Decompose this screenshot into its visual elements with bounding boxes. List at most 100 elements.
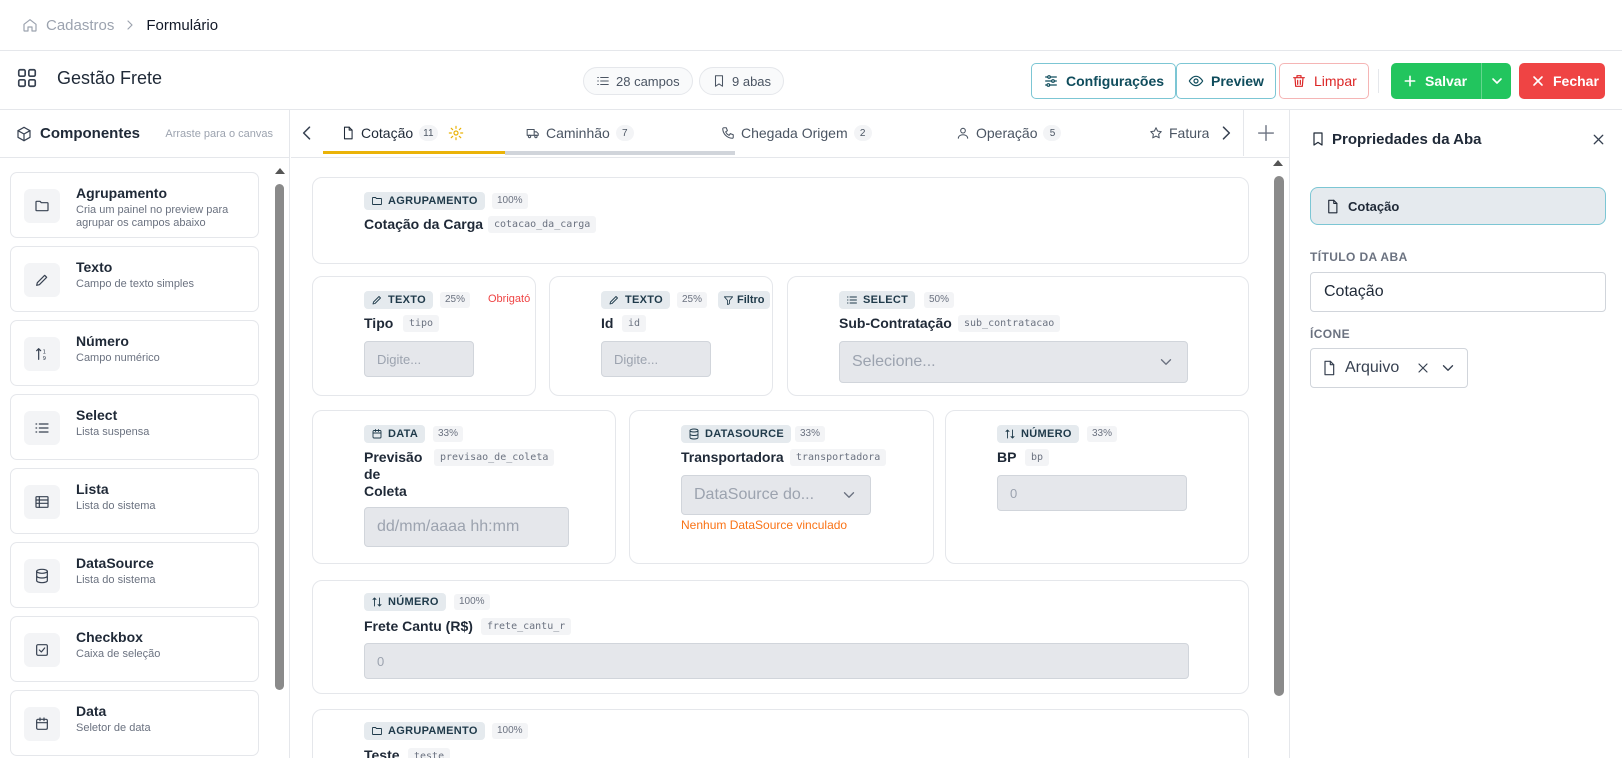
field-label: Sub-Contratação xyxy=(839,315,952,331)
bp-number-input[interactable]: 0 xyxy=(997,475,1187,511)
preview-button[interactable]: Preview xyxy=(1176,63,1276,99)
component-name: Checkbox xyxy=(76,629,143,645)
scroll-up-arrow[interactable] xyxy=(275,168,285,174)
field-type-badge: NÚMERO xyxy=(364,593,446,611)
component-checkbox[interactable]: Checkbox Caixa de seleção xyxy=(10,616,259,682)
transportadora-datasource-select[interactable]: DataSource do... xyxy=(681,475,871,515)
tab-faturar[interactable]: Faturar xyxy=(1149,110,1214,156)
select-placeholder: DataSource do... xyxy=(694,486,815,503)
component-name: Lista xyxy=(76,481,109,497)
field-key: bp xyxy=(1025,449,1050,466)
sidebar-hint: Arraste para o canvas xyxy=(165,127,273,140)
field-card-frete-cantu[interactable]: NÚMERO 100% Frete Cantu (R$) frete_cantu… xyxy=(312,580,1249,694)
component-desc: Lista suspensa xyxy=(76,426,150,438)
id-input[interactable]: Digite... xyxy=(601,341,711,377)
field-type-label: NÚMERO xyxy=(1021,428,1072,440)
field-label: Teste xyxy=(364,747,400,758)
component-name: Agrupamento xyxy=(76,185,167,201)
tab-caminhao[interactable]: Caminhão 7 xyxy=(526,110,634,156)
icon-select[interactable]: Arquivo xyxy=(1310,348,1468,388)
component-name: Data xyxy=(76,703,107,719)
field-width-badge: 33% xyxy=(433,426,464,442)
svg-text:1: 1 xyxy=(43,349,46,355)
calendar-icon xyxy=(24,707,60,741)
sliders-icon xyxy=(1043,73,1059,89)
field-type-label: DATA xyxy=(388,428,419,440)
field-label-line: Previsão xyxy=(364,449,423,465)
form-header: Gestão Frete 28 campos 9 abas Configuraç… xyxy=(0,51,1622,109)
previsao-datetime-input[interactable]: dd/mm/aaaa hh:mm xyxy=(364,507,569,547)
tabs-scroll-left-icon[interactable] xyxy=(297,123,317,143)
tab-count: 2 xyxy=(853,125,872,141)
config-button-label: Configurações xyxy=(1066,73,1165,89)
canvas-scrollbar[interactable] xyxy=(1274,176,1284,696)
close-button[interactable]: Fechar xyxy=(1519,63,1605,99)
component-texto[interactable]: Texto Campo de texto simples xyxy=(10,246,259,312)
sub-contratacao-select[interactable]: Selecione... xyxy=(839,341,1188,383)
field-card-teste[interactable]: AGRUPAMENTO 100% Teste teste xyxy=(312,709,1249,758)
field-width-badge: 100% xyxy=(492,723,528,739)
field-card-sub-contratacao[interactable]: SELECT 50% Sub-Contratação sub_contratac… xyxy=(787,276,1249,396)
calendar-icon xyxy=(371,428,383,440)
home-icon[interactable] xyxy=(22,17,38,33)
trash-icon xyxy=(1291,73,1307,89)
field-type-badge: TEXTO xyxy=(601,291,670,309)
form-tabs: Cotação 11 Caminhão 7 Chegada Origem 2 O… xyxy=(291,110,1289,158)
field-label: Cotação da Carga xyxy=(364,216,484,232)
clear-icon[interactable] xyxy=(1415,360,1431,376)
file-icon xyxy=(1321,360,1337,376)
field-card-id[interactable]: TEXTO 25% Filtro Id id Digite... xyxy=(549,276,773,396)
sidebar-scrollbar[interactable] xyxy=(275,184,284,690)
component-numero[interactable]: 19 Número Campo numérico xyxy=(10,320,259,386)
sort-numeric-icon xyxy=(1004,428,1016,440)
folder-icon xyxy=(24,189,60,223)
save-button[interactable]: Salvar xyxy=(1391,63,1511,99)
field-width-badge: 100% xyxy=(492,193,528,209)
scroll-up-arrow[interactable] xyxy=(1273,160,1283,166)
tab-title-section-label: TÍTULO DA ABA xyxy=(1310,250,1408,264)
tab-title-input[interactable]: Cotação xyxy=(1310,272,1606,312)
chevron-right-icon xyxy=(122,17,138,33)
file-icon xyxy=(341,126,355,140)
field-type-label: DATASOURCE xyxy=(705,428,784,440)
chevron-down-icon[interactable] xyxy=(1439,359,1457,377)
save-dropdown-chevron-icon[interactable] xyxy=(1481,63,1511,99)
phone-icon xyxy=(721,126,735,140)
breadcrumb-parent[interactable]: Cadastros xyxy=(46,17,114,34)
component-agrupamento[interactable]: Agrupamento Cria um painel no preview pa… xyxy=(10,172,259,238)
divider xyxy=(1243,110,1244,156)
panel-title: Propriedades da Aba xyxy=(1332,131,1482,148)
tipo-input[interactable]: Digite... xyxy=(364,341,474,377)
frete-cantu-number-input[interactable]: 0 xyxy=(364,643,1189,679)
sort-numeric-icon xyxy=(371,596,383,608)
tab-properties-panel: Propriedades da Aba Cotação TÍTULO DA AB… xyxy=(1289,110,1622,758)
field-card-bp[interactable]: NÚMERO 33% BP bp 0 xyxy=(945,410,1249,564)
component-select[interactable]: Select Lista suspensa xyxy=(10,394,259,460)
filter-badge: Filtro xyxy=(718,291,770,309)
field-card-previsao-de-coleta[interactable]: DATA 33% Previsão de Coleta previsao_de_… xyxy=(312,410,616,564)
required-badge: Obrigató xyxy=(488,293,531,305)
component-data[interactable]: Data Seletor de data xyxy=(10,690,259,756)
component-desc: Campo de texto simples xyxy=(76,278,194,290)
tab-operacao[interactable]: Operação 5 xyxy=(956,110,1062,156)
tab-chegada-origem[interactable]: Chegada Origem 2 xyxy=(721,110,872,156)
add-tab-icon[interactable] xyxy=(1255,122,1277,144)
field-card-cotacao-da-carga[interactable]: AGRUPAMENTO 100% Cotação da Carga cotaca… xyxy=(312,177,1249,264)
gear-icon[interactable] xyxy=(448,125,464,141)
truck-icon xyxy=(526,126,540,140)
component-lista[interactable]: Lista Lista do sistema xyxy=(10,468,259,534)
clear-button[interactable]: Limpar xyxy=(1279,63,1369,99)
tab-cotacao[interactable]: Cotação 11 xyxy=(341,110,464,156)
close-icon[interactable] xyxy=(1590,131,1607,148)
breadcrumb-current: Formulário xyxy=(146,16,219,34)
clear-button-label: Limpar xyxy=(1314,73,1357,89)
component-datasource[interactable]: DataSource Lista do sistema xyxy=(10,542,259,608)
datasource-warning: Nenhum DataSource vinculado xyxy=(681,518,848,532)
checkbox-icon xyxy=(24,633,60,667)
field-card-transportadora[interactable]: DATASOURCE 33% Transportadora transporta… xyxy=(629,410,934,564)
field-card-tipo[interactable]: TEXTO 25% Obrigató Tipo tipo Digite... xyxy=(312,276,536,396)
config-button[interactable]: Configurações xyxy=(1031,63,1177,99)
tabs-scroll-right-icon[interactable] xyxy=(1216,123,1236,143)
field-label: Transportadora xyxy=(681,449,784,465)
field-label-line: de xyxy=(364,466,381,482)
